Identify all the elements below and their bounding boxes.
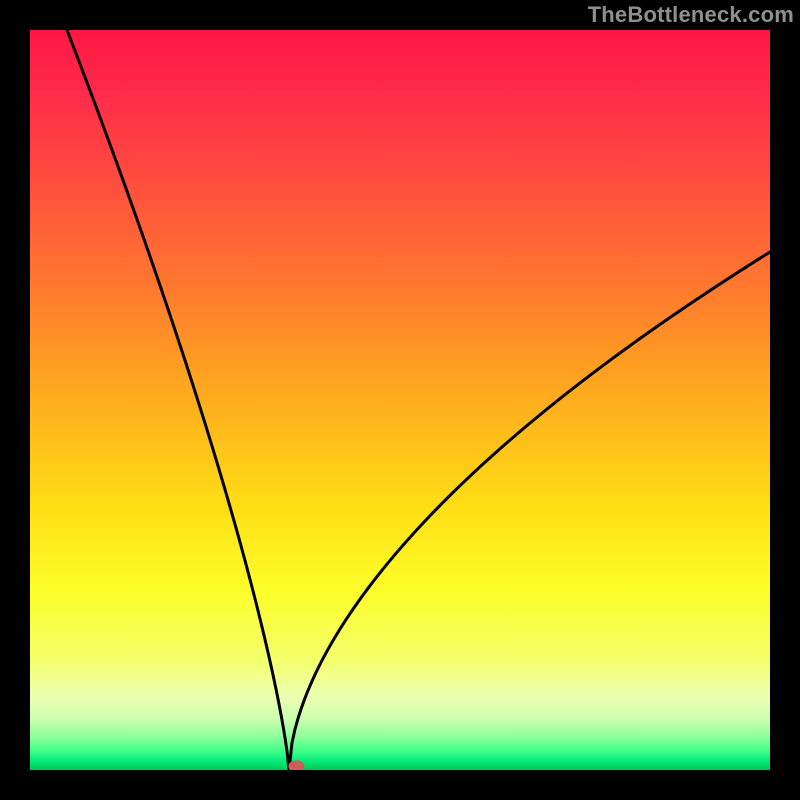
watermark-text: TheBottleneck.com — [588, 2, 794, 28]
chart-container: { "watermark": "TheBottleneck.com", "cha… — [0, 0, 800, 800]
chart-svg — [30, 30, 770, 770]
plot-area — [30, 30, 770, 770]
gradient-background — [30, 30, 770, 770]
